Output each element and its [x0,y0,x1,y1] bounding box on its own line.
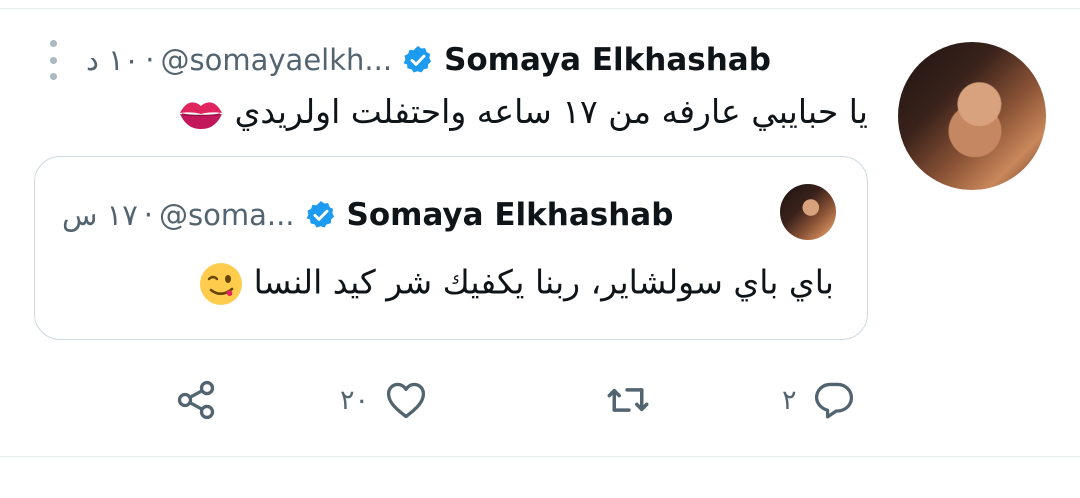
winking-face-icon [200,263,243,305]
retweet-icon [607,388,649,412]
quoted-time: ١٧ س [62,198,138,232]
top-divider [0,8,1080,9]
author-handle[interactable]: @somayaelkh... [161,43,393,77]
verified-badge-icon [306,201,334,228]
heart-icon [386,382,426,419]
quoted-text: باي باي سولشاير، ربنا يكفيك شر كيد النسا [189,262,834,306]
quoted-body: باي باي سولشاير، ربنا يكفيك شر كيد النسا [253,262,834,302]
retweet-button[interactable] [604,378,652,422]
author-name[interactable]: Somaya Elkhashab [444,42,771,78]
lips-icon [180,101,223,129]
quoted-tweet-card[interactable] [34,156,868,340]
quoted-separator: · [143,198,153,232]
bottom-divider [0,456,1080,457]
author-avatar[interactable] [898,42,1046,190]
header-separator: · [145,43,155,77]
quoted-header: ١٧ س · @soma... Somaya Elkhashab [62,196,673,234]
like-button[interactable]: ٢٠ [340,378,429,422]
tweet-time[interactable]: ١٠ د [86,43,139,77]
quoted-author-avatar [780,184,836,240]
quoted-handle: @soma... [159,198,295,232]
share-button[interactable] [174,378,218,422]
tweet-body: يا حبايبي عارفه من ١٧ ساعه واحتفلت اولري… [234,92,868,131]
tweet-header: ١٠ د · @somayaelkh... Somaya Elkhashab [86,40,771,80]
share-icon [177,380,215,420]
tweet-text: يا حبايبي عارفه من ١٧ ساعه واحتفلت اولري… [168,92,868,131]
verified-badge-icon [403,46,432,73]
reply-count: ٢ [782,384,797,416]
reply-button[interactable]: ٢ [782,378,857,422]
reply-icon [814,382,853,419]
more-options-icon[interactable] [42,40,64,80]
quoted-author-name: Somaya Elkhashab [346,197,674,233]
like-count: ٢٠ [340,384,370,416]
